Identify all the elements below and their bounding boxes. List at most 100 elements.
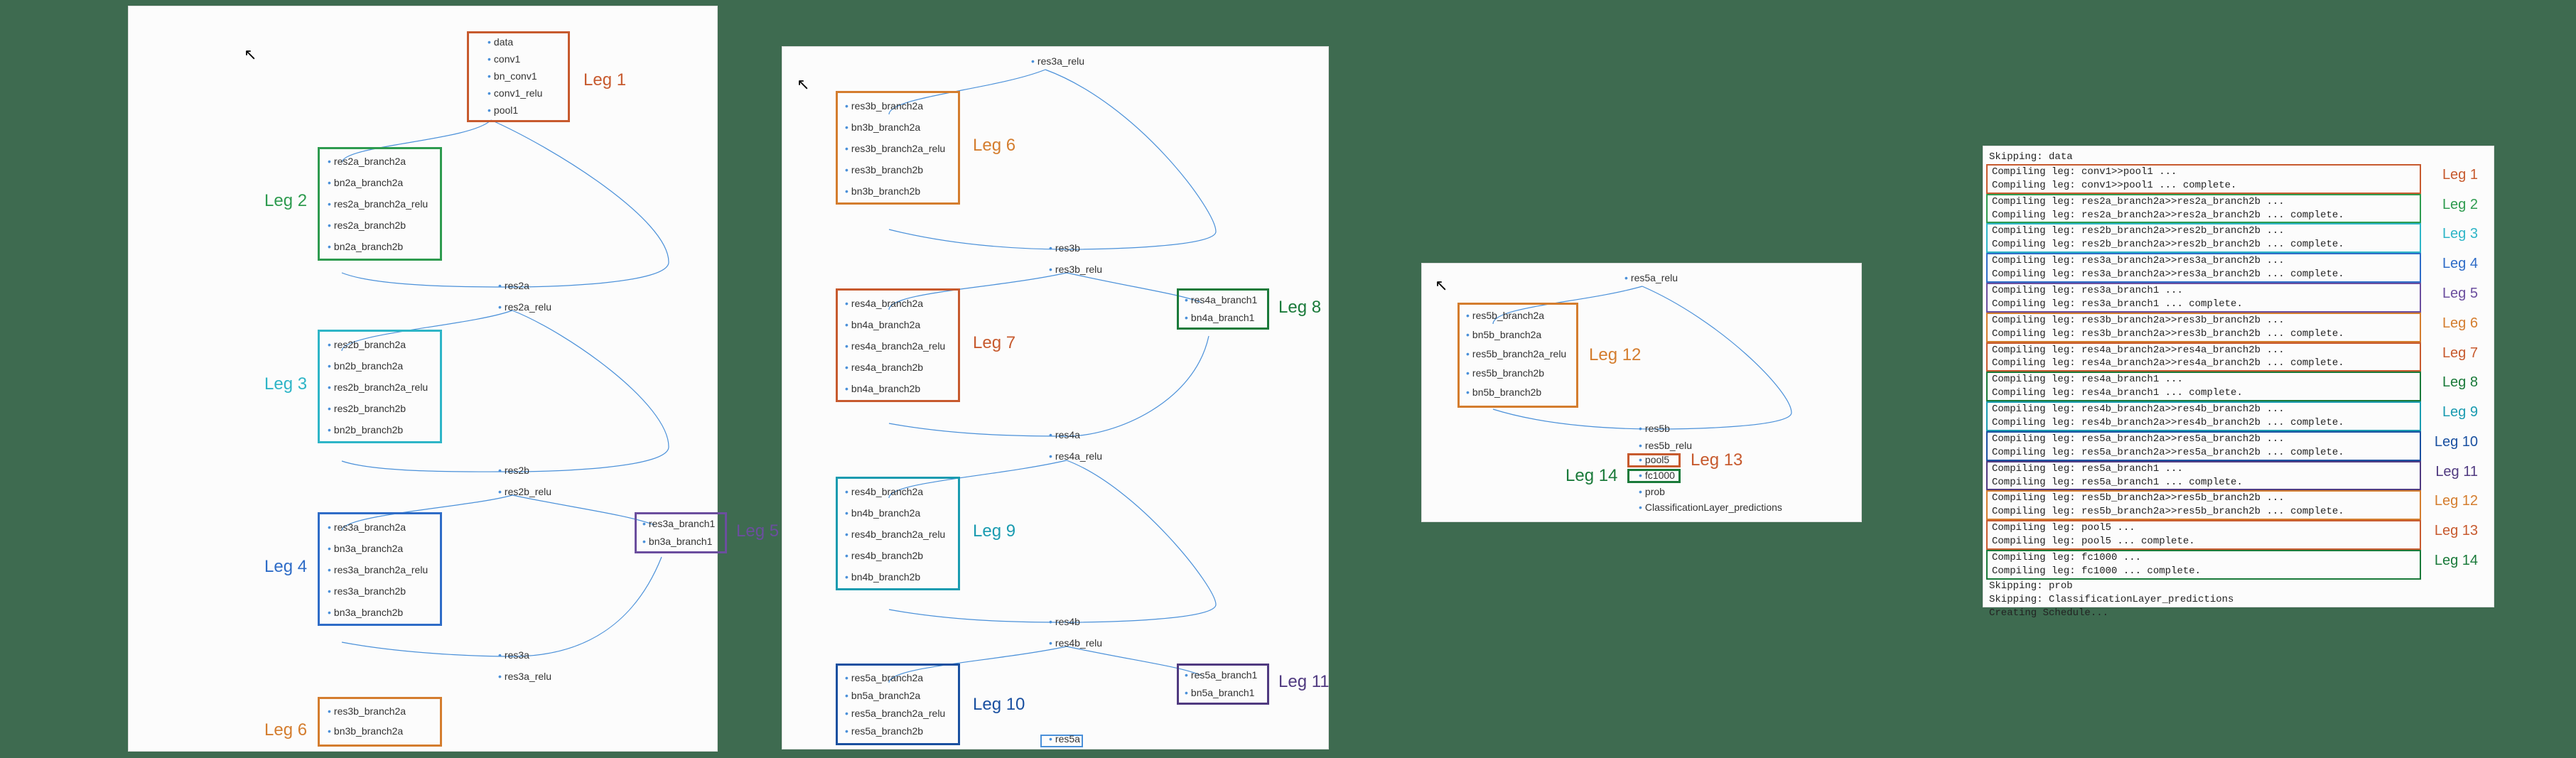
leg14-label: Leg 14 [1565,466,1617,486]
terminal-line: Compiling leg: res2b_branch2a>>res2b_bra… [1986,238,2421,253]
node: res3b_branch2a [845,100,923,112]
terminal-line: Compiling leg: res2b_branch2a>>res2b_bra… [1986,223,2421,238]
node: pool5 [1639,454,1669,465]
node: bn3a_branch2b [328,607,403,618]
node: bn4b_branch2b [845,571,920,583]
node: res3b_branch2a_relu [845,143,945,154]
terminal-line: Compiling leg: res4a_branch1 ... complet… [1986,386,2421,401]
node: res3a_branch1 [642,518,715,529]
terminal-line: Compiling leg: res3b_branch2a>>res3b_bra… [1986,327,2421,342]
terminal-line: Skipping: data [1985,151,2492,164]
terminal-line: Compiling leg: res3a_branch1 ... complet… [1986,298,2421,313]
node: res4b_branch2a_relu [845,529,945,540]
center-node: res3b [1049,242,1080,254]
node: bn3a_branch2a [328,543,403,554]
node: bn3a_branch1 [642,536,712,547]
node: bn5a_branch1 [1185,687,1254,698]
node: res2a_branch2a [328,156,406,167]
center-node: res3a_relu [1031,55,1084,67]
terminal-line: Skipping: prob [1985,580,2492,593]
node: bn3b_branch2a [328,725,403,737]
node: bn4b_branch2a [845,507,920,519]
terminal-line: Compiling leg: conv1>>pool1 ... [1986,164,2421,179]
node: res5b_branch2a [1466,310,1544,321]
node: bn4a_branch2a [845,319,920,330]
center-node: res2b [498,465,529,476]
terminal-line: Creating Schedule... [1985,607,2492,620]
terminal-line: Compiling leg: res5a_branch2a>>res5a_bra… [1986,446,2421,461]
node: res4b_branch2b [845,550,923,561]
node: data [487,36,513,48]
center-node: prob [1639,486,1665,497]
node: res5a_branch2b [845,725,923,737]
leg13-label: Leg 13 [1691,450,1742,470]
leg6-box [318,697,442,747]
leg9-label: Leg 9 [973,521,1015,541]
node: res4a_branch2b [845,362,923,373]
node: res3a_branch2a_relu [328,564,428,575]
diagram-panel-1: ↖ Leg 1 data conv1 bn_conv1 conv1_relu p… [128,6,718,752]
center-node: res4b_relu [1049,637,1102,649]
terminal-line: Compiling leg: res3a_branch1 ... [1986,283,2421,298]
terminal-output: Skipping: dataLeg 1Compiling leg: conv1>… [1985,151,2492,620]
terminal-panel: Skipping: dataLeg 1Compiling leg: conv1>… [1983,146,2494,607]
terminal-line: Compiling leg: pool5 ... [1986,520,2421,535]
center-node: res2b_relu [498,486,551,497]
terminal-line: Compiling leg: pool5 ... complete. [1986,535,2421,550]
node: bn3b_branch2b [845,185,920,197]
node: res5b_branch2a_relu [1466,348,1566,359]
center-node: res2a_relu [498,301,551,313]
node: res3b_branch2a [328,705,406,717]
leg4-label: Leg 4 [264,557,307,577]
center-node: res3a_relu [498,671,551,682]
terminal-line: Compiling leg: res2a_branch2a>>res2a_bra… [1986,209,2421,224]
node: res4a_branch2a_relu [845,340,945,352]
terminal-line: Compiling leg: res5b_branch2a>>res5b_bra… [1986,505,2421,520]
terminal-line: Compiling leg: res5a_branch1 ... [1986,461,2421,476]
leg3-label: Leg 3 [264,374,307,394]
node: res2b_branch2a_relu [328,381,428,393]
terminal-line: Compiling leg: res4a_branch2a>>res4a_bra… [1986,357,2421,372]
terminal-line: Compiling leg: fc1000 ... complete. [1986,565,2421,580]
leg5-label: Leg 5 [736,521,779,541]
terminal-line: Compiling leg: conv1>>pool1 ... complete… [1986,179,2421,194]
terminal-line: Compiling leg: res5b_branch2a>>res5b_bra… [1986,490,2421,505]
center-node: res3b_relu [1049,264,1102,275]
terminal-line: Compiling leg: res4a_branch2a>>res4a_bra… [1986,342,2421,357]
node: res2a_branch2b [328,220,406,231]
leg7-label: Leg 7 [973,333,1015,353]
center-node: res4a_relu [1049,450,1102,462]
node: bn2a_branch2b [328,241,403,252]
node: res3b_branch2b [845,164,923,175]
node: conv1_relu [487,87,542,99]
node: res4a_branch2a [845,298,923,309]
node: pool1 [487,104,518,116]
node: res5b_branch2b [1466,367,1544,379]
terminal-line: Compiling leg: res2a_branch2a>>res2a_bra… [1986,194,2421,209]
cursor-icon: ↖ [1435,276,1448,295]
node: bn2a_branch2a [328,177,403,188]
node: bn2b_branch2a [328,360,403,372]
leg8-label: Leg 8 [1278,298,1321,318]
leg6-label: Leg 6 [973,136,1015,156]
center-node: res5b [1639,423,1670,434]
node: res5a_branch2a_relu [845,708,945,719]
terminal-line: Skipping: ClassificationLayer_prediction… [1985,593,2492,607]
node: bn3b_branch2a [845,121,920,133]
terminal-line: Compiling leg: res4b_branch2a>>res4b_bra… [1986,416,2421,431]
node: fc1000 [1639,470,1675,481]
center-node: res4a [1049,429,1080,440]
center-node: res5b_relu [1639,440,1692,451]
terminal-line: Compiling leg: res5a_branch1 ... complet… [1986,476,2421,491]
center-node: res3a [498,649,529,661]
node: res2b_branch2b [328,403,406,414]
diagram-panel-2: ↖ res3a_relu Leg 6 res3b_branch2a bn3b_b… [782,46,1329,749]
node: bn4a_branch1 [1185,312,1254,323]
node: bn2b_branch2b [328,424,403,435]
cursor-icon: ↖ [244,45,257,64]
node: res5a_branch1 [1185,669,1257,681]
center-node: res5a_relu [1624,272,1678,283]
diagram-panel-3: ↖ res5a_relu Leg 12 res5b_branch2a bn5b_… [1421,263,1862,522]
node: res3a_branch2a [328,521,406,533]
node: bn5b_branch2a [1466,329,1541,340]
